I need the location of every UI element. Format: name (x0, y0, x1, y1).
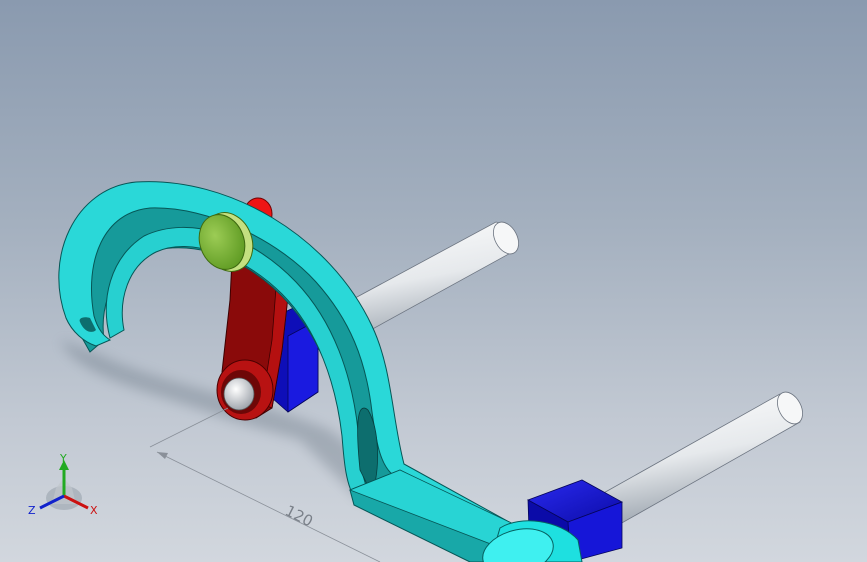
lower-shaft[interactable] (599, 388, 808, 525)
dimension-value: 120 (282, 502, 316, 531)
cad-viewport[interactable]: 120 Y X Z (0, 0, 867, 562)
pivot-pin-icon (223, 377, 255, 411)
model-scene[interactable]: 120 (0, 0, 867, 562)
y-axis-label: Y (59, 452, 67, 465)
x-axis-label: X (90, 504, 98, 517)
z-axis-label: Z (28, 504, 36, 517)
reference-triad[interactable]: Y X Z (24, 448, 104, 528)
